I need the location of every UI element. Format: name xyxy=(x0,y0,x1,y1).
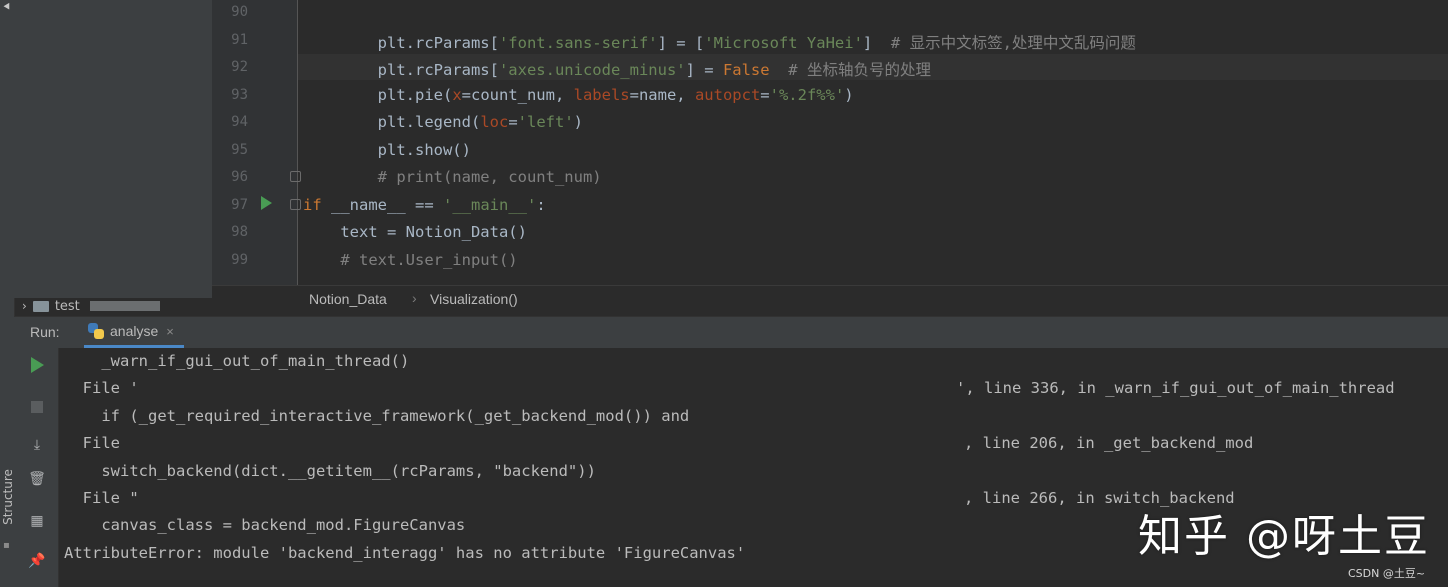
run-gutter-icon[interactable] xyxy=(261,196,272,210)
code-line[interactable]: # text.User_input() xyxy=(303,251,517,269)
play-icon xyxy=(30,357,44,373)
structure-icon[interactable]: ▪ xyxy=(3,540,10,551)
run-tab-analyse[interactable]: analyse × xyxy=(84,317,184,348)
structure-tool-tab[interactable]: Structure xyxy=(1,469,15,525)
line-number: 90 xyxy=(231,4,248,20)
scroll-to-end-icon: ⤓ xyxy=(33,437,41,453)
code-line[interactable]: plt.rcParams['axes.unicode_minus'] = Fal… xyxy=(303,58,931,80)
console-line: canvas_class = backend_mod.FigureCanvas xyxy=(64,516,466,535)
pin-tab-button[interactable]: 📌 xyxy=(28,553,46,569)
gutter-separator xyxy=(297,0,298,287)
python-icon xyxy=(88,323,104,339)
redacted-path xyxy=(89,301,160,311)
code-line[interactable]: if __name__ == '__main__': xyxy=(303,196,546,214)
console-line: File ' xyxy=(64,379,139,398)
csdn-watermark: CSDN @土豆~ xyxy=(1348,567,1426,580)
line-number: 99 xyxy=(231,251,248,268)
left-tool-strip: ⯇ Structure ▪ xyxy=(0,0,15,587)
console-line: if (_get_required_interactive_framework(… xyxy=(64,406,690,425)
line-number: 92 xyxy=(231,59,248,75)
line-number: 98 xyxy=(231,224,248,240)
line-number: 91 xyxy=(231,31,248,48)
console-line-location[interactable]: , line 206, in _get_backend_mod xyxy=(964,434,1253,452)
console-line-location[interactable]: ', line 336, in _warn_if_gui_out_of_main… xyxy=(956,379,1395,397)
chevron-right-icon[interactable]: › xyxy=(22,299,27,313)
line-number: 95 xyxy=(231,141,248,158)
zhihu-watermark: 知乎 @呀土豆 xyxy=(1138,511,1430,562)
folder-icon xyxy=(32,300,49,312)
line-number: 97 xyxy=(231,196,248,213)
code-line[interactable]: text = Notion_Data() xyxy=(303,223,527,241)
close-icon[interactable]: × xyxy=(166,324,174,339)
stop-button[interactable] xyxy=(29,399,45,415)
trash-icon: 🗑 xyxy=(28,471,46,487)
line-number: 93 xyxy=(231,86,248,103)
code-line[interactable]: plt.show() xyxy=(303,141,471,159)
scroll-to-end-button[interactable]: ⤓ xyxy=(29,437,45,453)
breadcrumb-item-class[interactable]: Notion_Data xyxy=(309,291,387,307)
breadcrumb: Notion_Data › Visualization() xyxy=(212,285,1448,314)
breadcrumb-item-method[interactable]: Visualization() xyxy=(430,291,518,307)
fold-marker-icon[interactable] xyxy=(290,199,301,210)
line-number: 96 xyxy=(231,169,248,185)
console-line: File " xyxy=(64,489,139,507)
run-label: Run: xyxy=(30,324,60,340)
run-toolbar: ⤓ 🗑 ▦ 📌 xyxy=(14,348,59,587)
project-tree-item-test[interactable]: › test xyxy=(22,297,160,315)
run-tab-label: analyse xyxy=(110,323,159,339)
layout-button[interactable]: ▦ xyxy=(29,513,45,529)
fold-marker-icon[interactable] xyxy=(290,171,301,182)
clear-console-button[interactable]: 🗑 xyxy=(28,471,46,487)
breadcrumb-separator: › xyxy=(412,290,417,306)
layout-icon: ▦ xyxy=(30,513,44,529)
project-panel xyxy=(14,0,212,298)
pin-icon: 📌 xyxy=(28,553,46,569)
collapse-arrow-icon[interactable]: ⯇ xyxy=(2,0,12,15)
code-line[interactable]: plt.pie(x=count_num, labels=name, autopc… xyxy=(303,86,854,104)
code-line[interactable]: # print(name, count_num) xyxy=(303,168,602,186)
rerun-button[interactable] xyxy=(29,357,45,373)
run-tool-window-header: Run: analyse × xyxy=(14,316,1448,349)
console-line: _warn_if_gui_out_of_main_thread() xyxy=(64,352,410,370)
console-line: File xyxy=(64,434,120,453)
code-line[interactable]: plt.legend(loc='left') xyxy=(303,113,583,131)
stop-icon xyxy=(31,401,43,413)
line-number: 94 xyxy=(231,114,248,130)
code-line[interactable]: plt.rcParams['font.sans-serif'] = ['Micr… xyxy=(303,31,1136,53)
console-line: switch_backend(dict.__getitem__(rcParams… xyxy=(64,461,596,480)
console-line: AttributeError: module 'backend_interagg… xyxy=(64,543,746,562)
folder-label: test xyxy=(54,298,80,314)
